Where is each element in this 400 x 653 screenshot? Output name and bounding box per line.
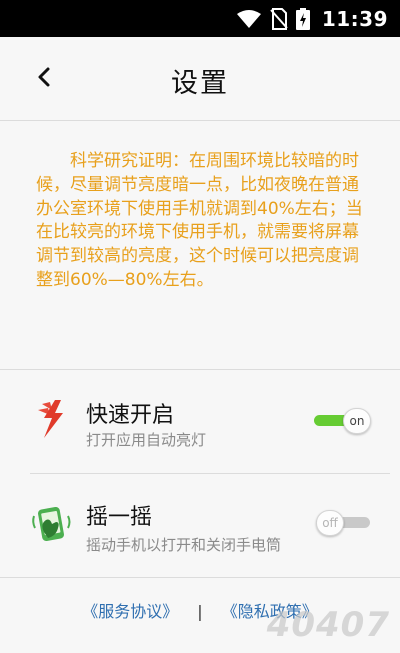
setting-title: 摇一摇 <box>86 505 153 530</box>
battery-charging-icon <box>295 8 310 30</box>
header-divider <box>0 120 400 121</box>
footer-divider <box>0 577 400 578</box>
brightness-notice: 科学研究证明：在周围环境比较暗的时候，尽量调节亮度暗一点，比如夜晚在普通办公室环… <box>36 151 363 290</box>
setting-row-shake: 摇一摇 摇动手机以打开和关闭手电筒 off <box>0 474 400 578</box>
shake-toggle[interactable]: off <box>316 510 374 536</box>
status-icons: 11:39 <box>236 7 388 31</box>
setting-subtitle: 摇动手机以打开和关闭手电筒 <box>86 536 282 554</box>
no-sim-icon <box>270 8 288 30</box>
setting-title: 快速开启 <box>86 403 175 428</box>
setting-subtitle: 打开应用自动亮灯 <box>86 431 207 449</box>
page-title: 设置 <box>171 68 229 99</box>
quick-start-toggle[interactable]: on <box>314 408 372 434</box>
wifi-icon <box>236 9 262 29</box>
toggle-knob: off <box>316 510 344 536</box>
status-bar: 11:39 <box>0 0 400 37</box>
watermark-logo: 40407 <box>266 605 390 645</box>
link-separator: | <box>197 602 203 621</box>
terms-link[interactable]: 《服务协议》 <box>82 598 178 622</box>
status-time: 11:39 <box>321 7 388 31</box>
app-header: 设置 <box>0 37 400 120</box>
shake-phone-icon <box>32 506 71 542</box>
toggle-knob: on <box>343 408 371 434</box>
setting-row-quick-start: 快速开启 打开应用自动亮灯 on <box>0 370 400 474</box>
lightning-icon <box>38 400 63 438</box>
